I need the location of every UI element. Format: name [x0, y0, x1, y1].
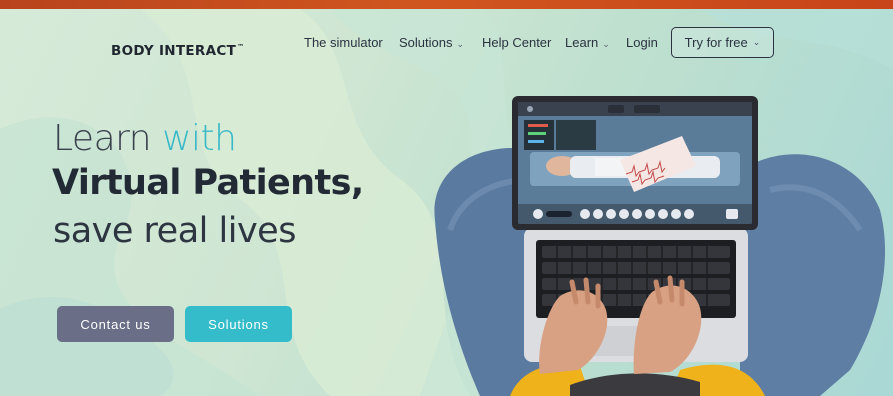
chevron-down-icon: ⌄ — [456, 39, 465, 49]
nav-item-solutions[interactable]: Solutions ⌄ — [399, 35, 464, 50]
nav-item-the-simulator[interactable]: The simulator — [304, 35, 383, 50]
solutions-label: Solutions — [208, 316, 269, 332]
nav-item-login[interactable]: Login — [626, 35, 658, 50]
try-for-free-label: Try for free — [684, 35, 748, 50]
top-strip — [0, 0, 893, 9]
nav-item-label: Help Center — [482, 35, 552, 50]
laptop-user-illustration — [434, 96, 886, 396]
trademark-mark: ™ — [237, 42, 245, 51]
chevron-down-icon: ⌄ — [752, 37, 761, 47]
headline-word-learn: Learn — [53, 118, 152, 159]
nav-item-label: Learn — [565, 35, 599, 50]
nav-item-label: Solutions — [399, 35, 453, 50]
hero-illustration — [420, 70, 893, 396]
try-for-free-button[interactable]: Try for free ⌄ — [671, 27, 774, 58]
contact-us-label: Contact us — [80, 316, 151, 332]
brand-logo[interactable]: BODY INTERACT™ — [111, 42, 245, 60]
nav-item-label: Login — [626, 35, 658, 50]
nav-item-label: The simulator — [304, 35, 383, 50]
hero-headline-line-3: save real lives — [53, 211, 296, 251]
nav-item-learn[interactable]: Learn ⌄ — [565, 35, 610, 50]
hero-headline-line-2: Virtual Patients, — [52, 163, 364, 203]
headline-word-with: with — [162, 118, 237, 159]
solutions-button[interactable]: Solutions — [185, 306, 292, 342]
chevron-down-icon: ⌄ — [602, 39, 610, 49]
brand-name: BODY INTERACT — [111, 43, 237, 59]
hero-headline-line-1: Learn with — [53, 118, 237, 159]
nav-item-help-center[interactable]: Help Center — [482, 35, 551, 50]
contact-us-button[interactable]: Contact us — [57, 306, 174, 342]
